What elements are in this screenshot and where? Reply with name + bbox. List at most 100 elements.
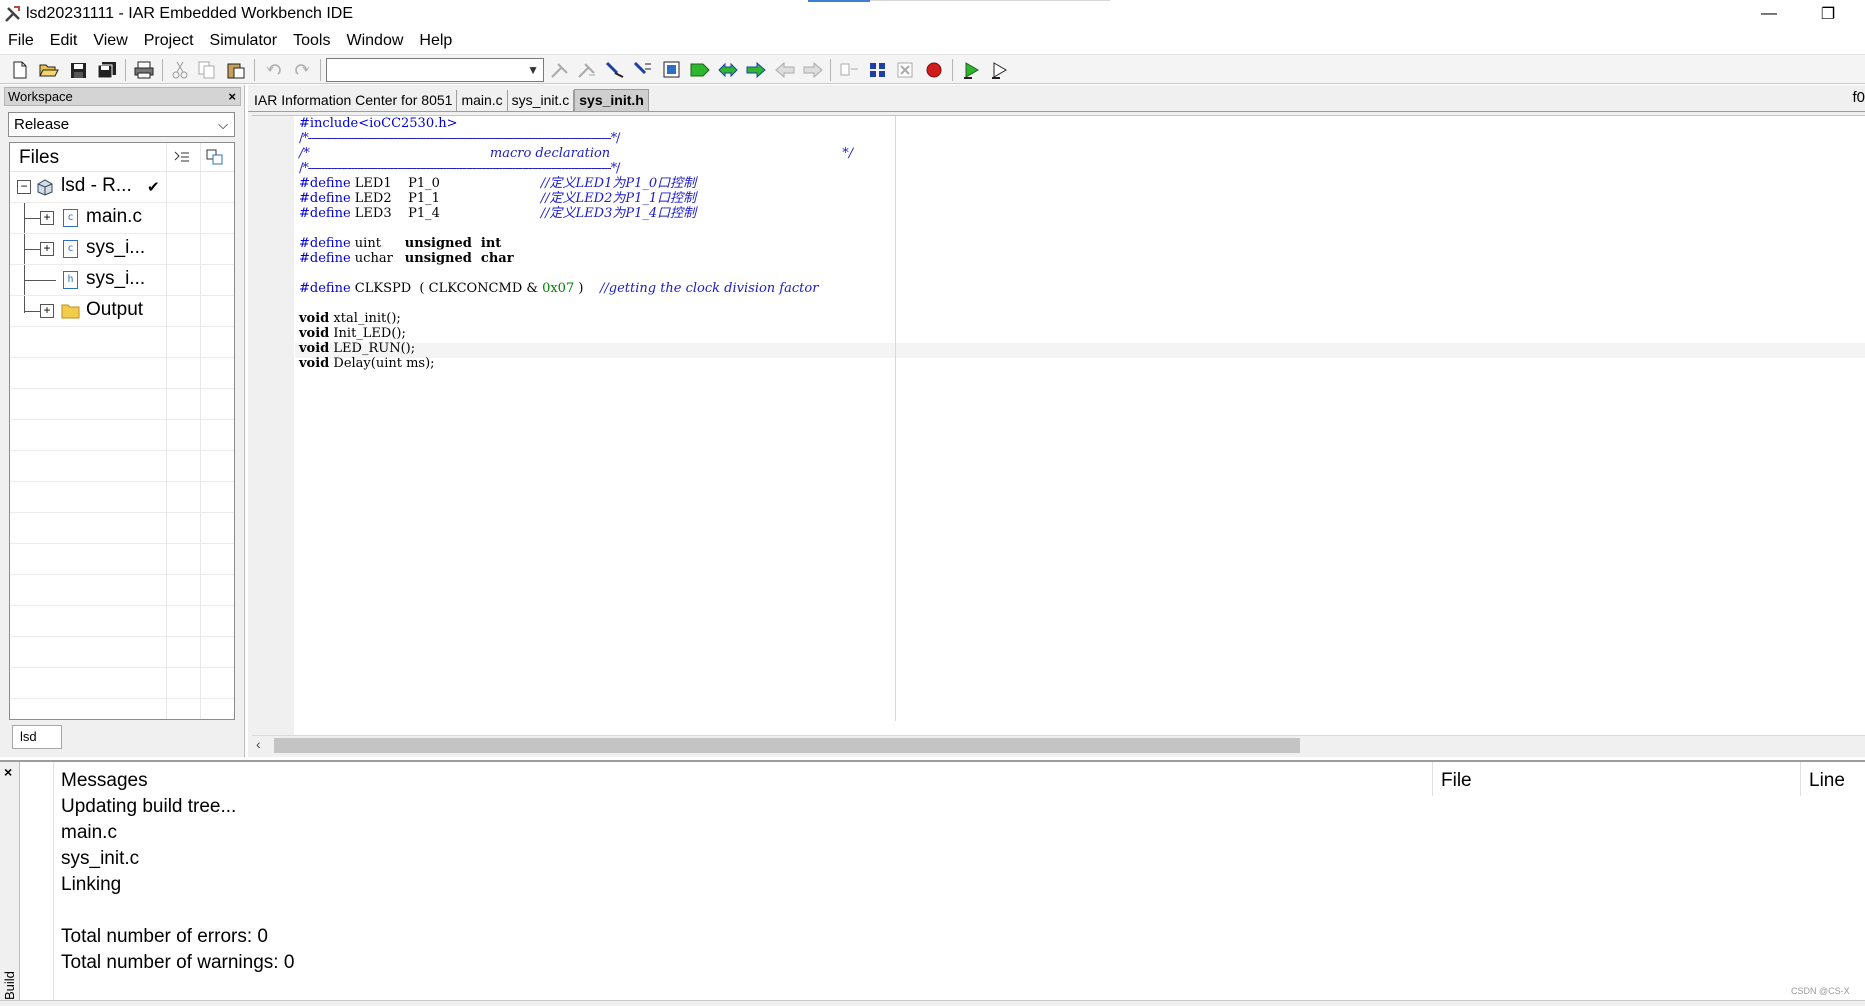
tree-row-empty bbox=[10, 575, 234, 606]
workspace-tab-lsd[interactable]: lsd bbox=[12, 725, 62, 749]
collapse-project-icon[interactable]: − bbox=[17, 180, 31, 194]
c-file-icon: c bbox=[63, 240, 78, 258]
download-debug-icon[interactable] bbox=[960, 58, 984, 82]
editor-gutter[interactable] bbox=[252, 116, 294, 735]
next-bookmark-icon[interactable] bbox=[660, 58, 684, 82]
nav-forward-disabled-icon[interactable] bbox=[801, 58, 825, 82]
menu-help[interactable]: Help bbox=[411, 28, 460, 53]
message-row[interactable]: Linking bbox=[61, 874, 121, 896]
workspace-panel: Workspace × Release ⌵ Files − lsd - R...… bbox=[0, 85, 245, 757]
window-title: lsd20231111 - IAR Embedded Workbench IDE bbox=[26, 5, 353, 22]
tree-row-output[interactable]: + Output bbox=[10, 296, 234, 327]
configuration-select[interactable]: Release ⌵ bbox=[8, 112, 235, 137]
message-row[interactable]: Total number of warnings: 0 bbox=[61, 952, 294, 974]
build-column-icon[interactable] bbox=[206, 149, 224, 170]
menu-bar: File Edit View Project Simulator Tools W… bbox=[0, 28, 1865, 53]
stop-build-icon[interactable] bbox=[894, 58, 918, 82]
tree-row-main-c[interactable]: + c main.c bbox=[10, 203, 234, 234]
file-column-header[interactable]: File bbox=[1441, 770, 1472, 792]
open-icon[interactable] bbox=[37, 58, 61, 82]
scrollbar-thumb[interactable] bbox=[274, 738, 1300, 753]
tree-row-empty bbox=[10, 420, 234, 451]
compile-icon[interactable] bbox=[838, 58, 862, 82]
expand-output-icon[interactable]: + bbox=[40, 304, 54, 318]
tree-row-project[interactable]: − lsd - R... ✔ bbox=[10, 172, 234, 203]
menu-edit[interactable]: Edit bbox=[42, 28, 86, 53]
undo-icon[interactable] bbox=[262, 58, 286, 82]
tab-sys-init-h[interactable]: sys_init.h bbox=[574, 89, 649, 111]
tree-row-empty bbox=[10, 482, 234, 513]
chevron-down-icon[interactable]: ⌵ bbox=[218, 113, 228, 136]
goto-icon[interactable] bbox=[603, 58, 627, 82]
forward-icon[interactable] bbox=[716, 58, 740, 82]
bookmark-icon[interactable] bbox=[631, 58, 655, 82]
message-row[interactable]: main.c bbox=[61, 822, 117, 844]
save-icon[interactable] bbox=[66, 58, 90, 82]
source-code[interactable]: #include<ioCC2530.h>/*------------------… bbox=[299, 116, 853, 371]
message-row[interactable]: sys_init.c bbox=[61, 848, 139, 870]
tree-row-sys-init-h[interactable]: h sys_i... bbox=[10, 265, 234, 296]
breakpoint-icon[interactable] bbox=[922, 58, 946, 82]
find-icon[interactable] bbox=[548, 58, 572, 82]
scroll-left-icon[interactable]: ‹ bbox=[256, 736, 261, 752]
options-column-icon[interactable] bbox=[173, 149, 191, 170]
editor-panel: IAR Information Center for 8051 main.c s… bbox=[248, 85, 1865, 757]
expand-main-c-icon[interactable]: + bbox=[40, 211, 54, 225]
redo-icon[interactable] bbox=[290, 58, 314, 82]
make-icon[interactable] bbox=[866, 58, 890, 82]
iar-app-icon bbox=[2, 3, 24, 25]
code-line: /* macro declaration */ bbox=[299, 146, 854, 161]
menu-window[interactable]: Window bbox=[338, 28, 411, 53]
tree-item-label: sys_i... bbox=[86, 268, 146, 289]
code-line: #define CLKSPD ( CLKCONCMD & 0x07 ) //ge… bbox=[299, 281, 819, 296]
message-row[interactable]: Total number of errors: 0 bbox=[61, 926, 268, 948]
function-navigator-label[interactable]: f0 bbox=[1852, 89, 1865, 106]
find-combo[interactable]: ▼ bbox=[326, 58, 544, 82]
expand-sys-init-c-icon[interactable]: + bbox=[40, 242, 54, 256]
prev-bookmark-icon[interactable] bbox=[688, 58, 712, 82]
restore-button[interactable]: ❐ bbox=[1800, 0, 1856, 28]
cut-icon[interactable] bbox=[168, 58, 192, 82]
debug-without-download-icon[interactable] bbox=[988, 58, 1012, 82]
tab-iar-information-center[interactable]: IAR Information Center for 8051 bbox=[250, 90, 458, 111]
configuration-value: Release bbox=[14, 116, 70, 133]
tree-item-label: sys_i... bbox=[86, 237, 146, 258]
messages-column-header[interactable]: Messages bbox=[61, 770, 148, 792]
line-column-header[interactable]: Line bbox=[1809, 770, 1845, 792]
horizontal-scrollbar[interactable]: ‹ bbox=[252, 735, 1865, 753]
save-all-icon[interactable] bbox=[95, 58, 119, 82]
minimize-button[interactable]: — bbox=[1741, 0, 1797, 28]
tree-row-empty bbox=[10, 544, 234, 575]
menu-tools[interactable]: Tools bbox=[285, 28, 338, 53]
build-close-icon[interactable]: × bbox=[4, 764, 12, 780]
replace-icon[interactable] bbox=[575, 58, 599, 82]
code-line: #define LED3 P1_4//定义LED3为P1_4口控制 bbox=[299, 206, 697, 221]
workspace-close-icon[interactable]: × bbox=[228, 88, 236, 105]
nav-back-disabled-icon[interactable] bbox=[773, 58, 797, 82]
main-toolbar: ▼ bbox=[0, 54, 1865, 84]
copy-icon[interactable] bbox=[195, 58, 219, 82]
code-line: void xtal_init(); bbox=[299, 311, 401, 326]
code-line: void Delay(uint ms); bbox=[299, 356, 435, 371]
tab-main-c[interactable]: main.c bbox=[457, 90, 508, 111]
build-tab-label[interactable]: Build bbox=[2, 971, 17, 1000]
paste-icon[interactable] bbox=[224, 58, 248, 82]
tree-row-sys-init-c[interactable]: + c sys_i... bbox=[10, 234, 234, 265]
project-icon bbox=[36, 178, 54, 201]
file-tree: Files − lsd - R... ✔ + c main.c + c sys_… bbox=[9, 142, 235, 720]
message-row[interactable]: Updating build tree... bbox=[61, 796, 236, 818]
menu-simulator[interactable]: Simulator bbox=[202, 28, 286, 53]
title-bar: lsd20231111 - IAR Embedded Workbench IDE bbox=[0, 0, 1865, 28]
back-icon[interactable] bbox=[744, 58, 768, 82]
new-file-icon[interactable] bbox=[8, 58, 32, 82]
title-accent bbox=[808, 0, 870, 2]
menu-view[interactable]: View bbox=[85, 28, 135, 53]
menu-file[interactable]: File bbox=[0, 28, 42, 53]
tab-sys-init-c[interactable]: sys_init.c bbox=[507, 90, 575, 111]
print-icon[interactable] bbox=[132, 58, 156, 82]
menu-project[interactable]: Project bbox=[136, 28, 202, 53]
code-editor[interactable]: #include<ioCC2530.h>/*------------------… bbox=[252, 115, 1865, 735]
build-panel-sidebar: × Build bbox=[0, 762, 20, 1006]
combo-chevron-down-icon[interactable]: ▼ bbox=[527, 63, 539, 77]
